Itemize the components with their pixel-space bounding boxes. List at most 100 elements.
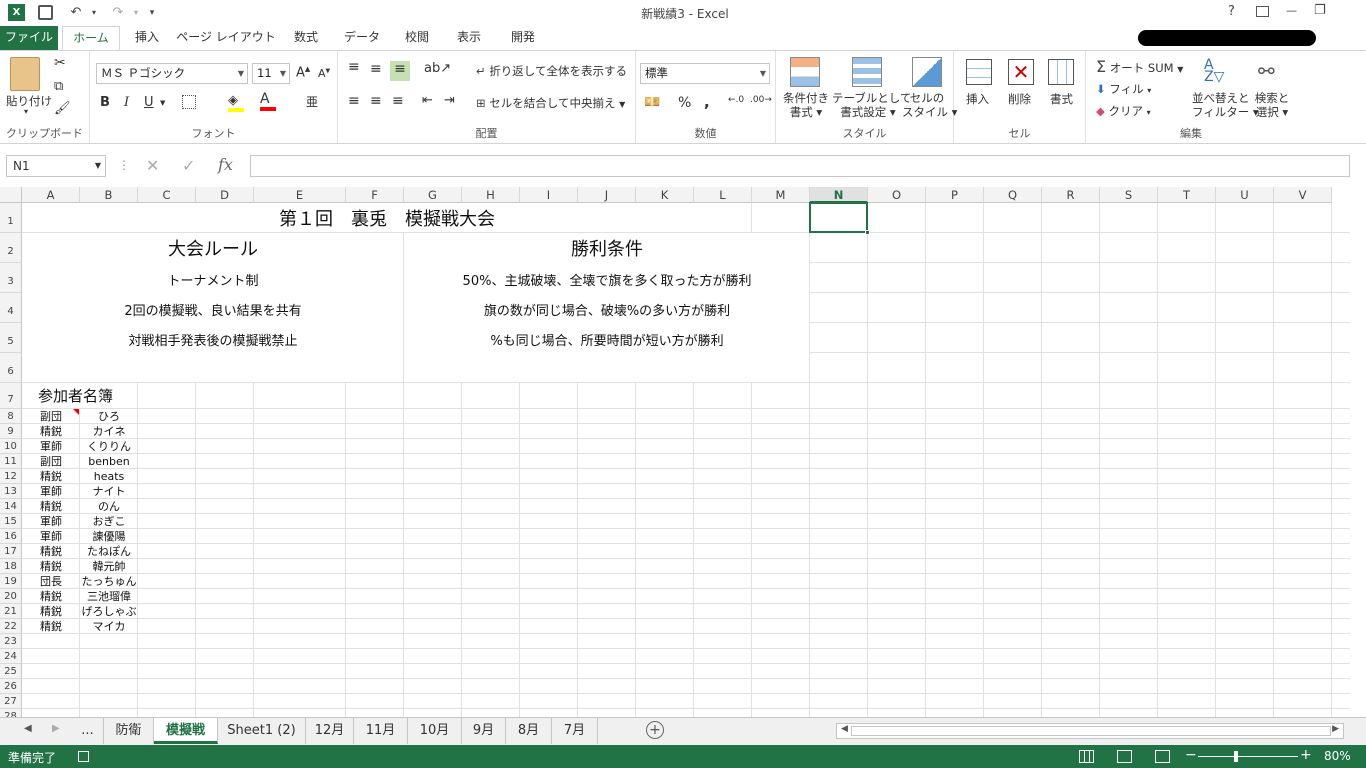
column-header-m[interactable]: M	[752, 187, 810, 203]
row-header-11[interactable]: 11	[0, 454, 22, 469]
row-header-26[interactable]: 26	[0, 679, 22, 694]
redo-button[interactable]: ↷	[108, 3, 128, 23]
rule-2-cell[interactable]: 2回の模擬戦、良い結果を共有	[22, 293, 404, 323]
underline-dropdown-icon[interactable]: ▼	[160, 99, 165, 107]
name-box[interactable]: N1 ▼	[6, 155, 106, 177]
row-header-15[interactable]: 15	[0, 514, 22, 529]
underline-button[interactable]: U	[144, 95, 154, 110]
increase-decimal-icon[interactable]: ←.0	[728, 95, 744, 105]
roster-name-cell[interactable]: 諌優陽	[80, 529, 138, 544]
align-left-icon[interactable]: ≡	[348, 93, 360, 109]
format-as-table-button[interactable]: テーブルとして 書式設定 ▾	[832, 91, 911, 119]
column-header-p[interactable]: P	[926, 187, 984, 203]
cell-styles-button[interactable]: セルの スタイル ▾	[902, 91, 957, 119]
sheet-tab[interactable]: 10月	[408, 718, 462, 744]
sheet-tab[interactable]: 11月	[354, 718, 408, 744]
paste-button[interactable]: 貼り付け	[6, 93, 52, 109]
roster-role-cell[interactable]: 軍師	[22, 529, 80, 544]
insert-cells-icon[interactable]	[966, 59, 992, 85]
row-header-24[interactable]: 24	[0, 649, 22, 664]
fill-handle[interactable]	[865, 230, 870, 235]
roster-role-cell[interactable]: 精鋭	[22, 544, 80, 559]
paste-icon[interactable]	[10, 57, 40, 91]
align-center-icon[interactable]: ≡	[370, 93, 382, 109]
tab-view[interactable]: 表示	[446, 26, 492, 50]
row-header-13[interactable]: 13	[0, 484, 22, 499]
align-middle-icon[interactable]: ≡	[370, 61, 382, 77]
row-header-14[interactable]: 14	[0, 499, 22, 514]
column-header-h[interactable]: H	[462, 187, 520, 203]
row-header-17[interactable]: 17	[0, 544, 22, 559]
conditional-formatting-icon[interactable]	[790, 57, 820, 87]
row-header-28[interactable]: 28	[0, 709, 22, 717]
sheet-tab[interactable]: 模擬戦	[154, 718, 218, 744]
more-sheets-button[interactable]: ...	[72, 718, 104, 744]
format-cells-button[interactable]: 書式	[1050, 91, 1073, 107]
roster-name-cell[interactable]: ナイト	[80, 484, 138, 499]
shrink-font-icon[interactable]: A▼	[318, 67, 330, 80]
sheet-tab[interactable]: 12月	[306, 718, 354, 744]
roster-role-cell[interactable]: 団長	[22, 574, 80, 589]
column-header-d[interactable]: D	[196, 187, 254, 203]
roster-role-cell[interactable]: 軍師	[22, 439, 80, 454]
row-header-25[interactable]: 25	[0, 664, 22, 679]
rule-1-cell[interactable]: トーナメント制	[22, 263, 404, 293]
roster-name-cell[interactable]: げろしゃぶ	[80, 604, 138, 619]
row-header-21[interactable]: 21	[0, 604, 22, 619]
column-header-n[interactable]: N	[810, 187, 868, 203]
row-header-4[interactable]: 4	[0, 293, 22, 323]
column-header-o[interactable]: O	[868, 187, 926, 203]
row-header-23[interactable]: 23	[0, 634, 22, 649]
roster-name-cell[interactable]: くりりん	[80, 439, 138, 454]
column-header-g[interactable]: G	[404, 187, 462, 203]
comma-button[interactable]: ,	[704, 93, 710, 111]
column-header-a[interactable]: A	[22, 187, 80, 203]
zoom-level[interactable]: 80%	[1324, 749, 1351, 763]
phonetic-icon[interactable]: 亜	[306, 93, 318, 110]
roster-role-cell[interactable]: 精鋭	[22, 469, 80, 484]
zoom-in-icon[interactable]: +	[1300, 747, 1312, 763]
format-as-table-icon[interactable]	[852, 57, 882, 87]
roster-role-cell[interactable]: 副団	[22, 409, 80, 424]
win-3-cell[interactable]: %も同じ場合、所要時間が短い方が勝利	[404, 323, 810, 353]
sheet-tab[interactable]: 防衛	[104, 718, 154, 744]
zoom-slider[interactable]	[1198, 756, 1298, 757]
paste-dropdown-icon[interactable]: ▾	[24, 107, 28, 116]
tab-insert[interactable]: 挿入	[124, 26, 170, 50]
roster-header-cell[interactable]: 参加者名簿	[22, 383, 138, 409]
save-icon[interactable]	[38, 5, 53, 20]
roster-role-cell[interactable]: 精鋭	[22, 499, 80, 514]
restore-button[interactable]: ❐	[1314, 3, 1326, 18]
column-header-v[interactable]: V	[1274, 187, 1332, 203]
column-header-s[interactable]: S	[1100, 187, 1158, 203]
row-header-22[interactable]: 22	[0, 619, 22, 634]
roster-role-cell[interactable]: 副団	[22, 454, 80, 469]
italic-button[interactable]: I	[124, 95, 129, 110]
find-binoculars-icon[interactable]: ⚯	[1258, 59, 1275, 83]
roster-name-cell[interactable]: たねぽん	[80, 544, 138, 559]
row-header-16[interactable]: 16	[0, 529, 22, 544]
row-header-19[interactable]: 19	[0, 574, 22, 589]
minimize-button[interactable]: —	[1286, 4, 1297, 17]
delete-cells-button[interactable]: 削除	[1008, 91, 1031, 107]
selected-cell-n1[interactable]	[809, 202, 868, 233]
normal-view-icon[interactable]	[1079, 750, 1094, 763]
roster-name-cell[interactable]: のん	[80, 499, 138, 514]
next-sheet-icon[interactable]: ▶	[52, 723, 60, 734]
bold-button[interactable]: B	[100, 95, 110, 110]
row-header-8[interactable]: 8	[0, 409, 22, 424]
sort-filter-button[interactable]: 並べ替えと フィルター ▾	[1192, 91, 1259, 119]
roster-role-cell[interactable]: 精鋭	[22, 604, 80, 619]
roster-role-cell[interactable]: 軍師	[22, 514, 80, 529]
roster-name-cell[interactable]: カイネ	[80, 424, 138, 439]
wrap-text-button[interactable]: ↵ 折り返して全体を表示する	[476, 63, 627, 79]
conditional-formatting-button[interactable]: 条件付き 書式 ▾	[780, 91, 832, 119]
rules-header-cell[interactable]: 大会ルール	[22, 233, 404, 263]
horizontal-scrollbar[interactable]: ◀ ▶	[836, 723, 1344, 739]
prev-sheet-icon[interactable]: ◀	[24, 723, 32, 734]
column-header-e[interactable]: E	[254, 187, 346, 203]
format-painter-icon[interactable]: 🖌	[54, 101, 71, 116]
font-name-select[interactable]: ＭＳ Ｐゴシック ▼	[96, 63, 248, 84]
row-header-3[interactable]: 3	[0, 263, 22, 293]
increase-indent-icon[interactable]: ⇥	[444, 93, 455, 108]
